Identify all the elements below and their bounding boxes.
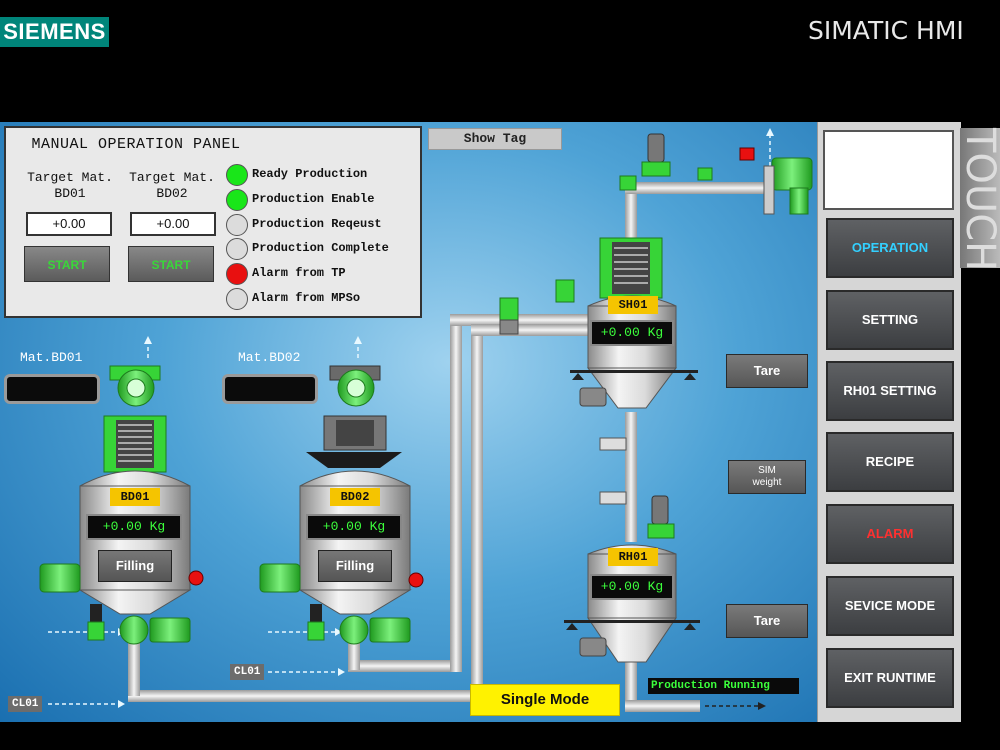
status-label: Alarm from TP (252, 266, 346, 280)
status-label: Production Enable (252, 192, 375, 206)
navigation-display-area (823, 130, 954, 210)
status-led (226, 189, 248, 211)
status-led (226, 263, 248, 285)
nav-operation-button[interactable]: OPERATION (826, 218, 954, 278)
bd02-filling-button[interactable]: Filling (318, 550, 392, 582)
production-status-indicator: Production Running (648, 678, 799, 694)
mat-bd01-label: Mat.BD01 (20, 350, 83, 365)
single-mode-button[interactable]: Single Mode (470, 684, 620, 716)
status-label: Production Reqeust (252, 217, 382, 231)
bd01-weight-readout: +0.00 Kg (86, 514, 182, 540)
target-bd02-label-line2: BD02 (156, 186, 188, 201)
mat-bd01-display (4, 374, 100, 404)
mat-bd02-label: Mat.BD02 (238, 350, 301, 365)
status-led (226, 238, 248, 260)
sim-weight-button[interactable]: SIM weight (728, 460, 806, 494)
status-label: Ready Production (252, 167, 368, 181)
hmi-screen: MANUAL OPERATION PANEL Target Mat. BD01 … (0, 122, 817, 722)
nav-exit-runtime-button[interactable]: EXIT RUNTIME (826, 648, 954, 708)
target-bd02-label-line1: Target Mat. (129, 170, 215, 185)
status-label: Production Complete (252, 241, 389, 255)
bd02-tag[interactable]: BD02 (330, 488, 380, 506)
nav-service-mode-button[interactable]: SEVICE MODE (826, 576, 954, 636)
status-led (226, 164, 248, 186)
navigation-panel: OPERATION SETTING RH01 SETTING RECIPE AL… (817, 122, 961, 722)
bd01-filling-button[interactable]: Filling (98, 550, 172, 582)
nav-alarm-button[interactable]: ALARM (826, 504, 954, 564)
sh01-tag[interactable]: SH01 (608, 296, 658, 314)
show-tag-button[interactable]: Show Tag (428, 128, 562, 150)
bd01-tag[interactable]: BD01 (110, 488, 160, 506)
rh01-weight-readout: +0.00 Kg (590, 574, 674, 600)
target-bd01-input[interactable]: +0.00 (26, 212, 112, 236)
outlet-arrow (705, 702, 766, 710)
nav-rh01-setting-button[interactable]: RH01 SETTING (826, 361, 954, 421)
tare-sh01-button[interactable]: Tare (726, 354, 808, 388)
target-bd01-label: Target Mat. BD01 (20, 170, 120, 202)
status-label: Alarm from MPSo (252, 291, 361, 305)
status-led (226, 214, 248, 236)
cl01-lower-tag: CL01 (8, 696, 43, 712)
nav-recipe-button[interactable]: RECIPE (826, 432, 954, 492)
target-bd01-label-line1: Target Mat. (27, 170, 113, 185)
siemens-logo: SIEMENS (0, 17, 109, 47)
sim-weight-label-line2: weight (752, 477, 782, 488)
panel-model-title: SIMATIC HMI (808, 16, 964, 45)
nav-setting-button[interactable]: SETTING (826, 290, 954, 350)
manual-operation-panel: MANUAL OPERATION PANEL Target Mat. BD01 … (4, 126, 422, 318)
sh01-weight-readout: +0.00 Kg (590, 320, 674, 346)
target-bd02-input[interactable]: +0.00 (130, 212, 216, 236)
target-bd02-label: Target Mat. BD02 (122, 170, 222, 202)
touch-panel-label: TOUCH (957, 128, 1000, 272)
bd02-weight-readout: +0.00 Kg (306, 514, 402, 540)
panel-title: MANUAL OPERATION PANEL (31, 136, 241, 153)
start-bd02-button[interactable]: START (128, 246, 214, 282)
mat-bd02-display (222, 374, 318, 404)
sim-weight-label-line1: SIM (758, 465, 776, 476)
tare-rh01-button[interactable]: Tare (726, 604, 808, 638)
cl01-upper-tag: CL01 (230, 664, 265, 680)
rh01-tag[interactable]: RH01 (608, 548, 658, 566)
start-bd01-button[interactable]: START (24, 246, 110, 282)
status-led (226, 288, 248, 310)
target-bd01-label-line2: BD01 (54, 186, 86, 201)
